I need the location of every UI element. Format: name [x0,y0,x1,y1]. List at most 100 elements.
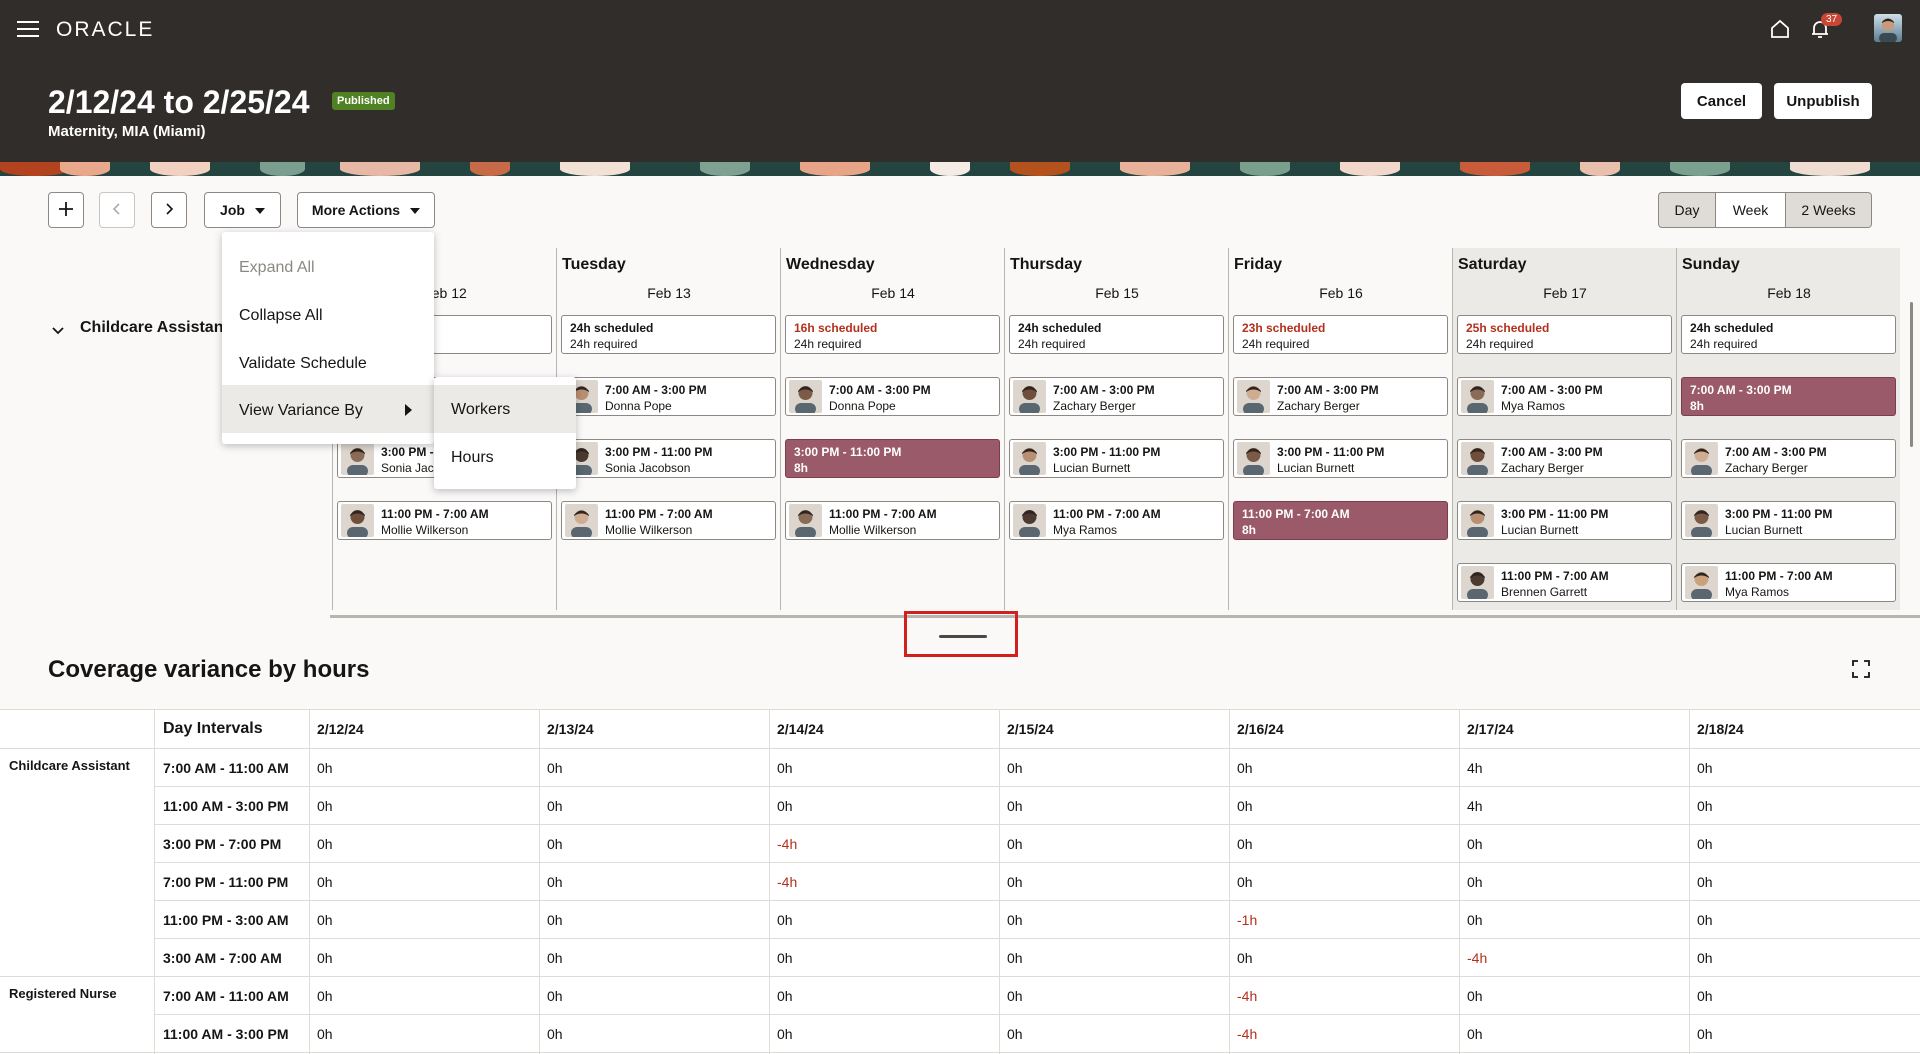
menu-item-collapse-all[interactable]: Collapse All [222,290,434,338]
caret-down-icon [254,208,265,215]
scheduled-hours: 25h scheduled [1466,321,1550,335]
coverage-summary-card[interactable]: 23h scheduled 24h required [1233,315,1448,354]
previous-button[interactable] [99,192,135,228]
required-hours: 24h required [1690,337,1758,351]
worker-photo [1013,504,1046,537]
shift-time: 7:00 AM - 3:00 PM [1277,383,1379,397]
variance-value: 0h [317,874,333,890]
hamburger-menu-icon[interactable] [17,21,39,37]
more-actions-menu: Expand All Collapse All Validate Schedul… [222,232,434,444]
menu-item-view-variance-by[interactable]: View Variance By [222,385,434,433]
shift-card[interactable]: 7:00 AM - 3:00 PM Zachary Berger [1233,377,1448,416]
shift-card[interactable]: 11:00 PM - 7:00 AM Brennen Garrett [1457,563,1672,602]
open-shift-card[interactable]: 7:00 AM - 3:00 PM 8h [1681,377,1896,416]
required-hours: 24h required [794,337,862,351]
submenu-item-workers[interactable]: Workers [434,385,576,433]
job-dropdown[interactable]: Job [204,192,281,228]
shift-card[interactable]: 7:00 AM - 3:00 PM Zachary Berger [1009,377,1224,416]
date-header: 2/13/24 [547,721,594,737]
shift-card[interactable]: 3:00 PM - 11:00 PM Lucian Burnett [1457,501,1672,540]
shift-card[interactable]: 11:00 PM - 7:00 AM Mollie Wilkerson [785,501,1000,540]
worker-photo [1461,566,1494,599]
shift-card[interactable]: 3:00 PM - 11:00 PM Lucian Burnett [1009,439,1224,478]
worker-name: Lucian Burnett [1277,461,1355,475]
shift-card[interactable]: 7:00 AM - 3:00 PM Mya Ramos [1457,377,1672,416]
oracle-logo: ORACLE [56,18,155,41]
coverage-summary-card[interactable]: 25h scheduled 24h required [1457,315,1672,354]
day-date: Feb 14 [871,285,915,301]
variance-value: 0h [1697,874,1713,890]
coverage-summary-card[interactable]: 24h scheduled 24h required [1681,315,1896,354]
menu-item-expand-all[interactable]: Expand All [222,242,434,290]
shift-time: 3:00 PM - 11:00 PM [605,445,713,459]
splitter-handle[interactable] [904,611,1018,657]
shift-card[interactable]: 11:00 PM - 7:00 AM Mollie Wilkerson [337,501,552,540]
view-2-weeks-button[interactable]: 2 Weeks [1786,192,1872,228]
day-date: Feb 15 [1095,285,1139,301]
date-header: 2/17/24 [1467,721,1514,737]
variance-value: 0h [1697,760,1713,776]
shift-card[interactable]: 3:00 PM - 11:00 PM Lucian Burnett [1233,439,1448,478]
variance-value: 0h [317,1026,333,1042]
shift-time: 7:00 AM - 3:00 PM [829,383,931,397]
user-avatar[interactable] [1874,14,1902,42]
day-name: Friday [1234,256,1283,273]
worker-photo [1685,566,1718,599]
next-button[interactable] [151,192,187,228]
shift-card[interactable]: 3:00 PM - 11:00 PM Lucian Burnett [1681,501,1896,540]
menu-item-validate-schedule[interactable]: Validate Schedule [222,338,434,386]
scheduled-hours: 23h scheduled [1242,321,1326,335]
job-dropdown-label: Job [220,202,245,218]
unpublish-button[interactable]: Unpublish [1774,83,1872,119]
cancel-button[interactable]: Cancel [1681,83,1762,119]
variance-value: 0h [547,760,563,776]
worker-name: Mollie Wilkerson [605,523,693,537]
grid-line [0,976,1920,977]
calendar-scrollbar[interactable] [1910,302,1913,447]
shift-card[interactable]: 11:00 PM - 7:00 AM Mollie Wilkerson [561,501,776,540]
shift-card[interactable]: 3:00 PM - 11:00 PM Sonia Jacobson [561,439,776,478]
variance-value: 0h [1237,874,1253,890]
shift-card[interactable]: 7:00 AM - 3:00 PM Donna Pope [561,377,776,416]
menu-item-label: View Variance By [239,402,363,419]
scheduled-hours: 24h scheduled [1018,321,1102,335]
worker-name: Mollie Wilkerson [381,523,469,537]
grid-line [999,710,1000,1054]
app-header: ORACLE 37 2/12/24 to 2/25/24 Published M… [0,0,1920,176]
home-icon[interactable] [1769,18,1791,40]
shift-card[interactable]: 7:00 AM - 3:00 PM Zachary Berger [1457,439,1672,478]
shift-card[interactable]: 11:00 PM - 7:00 AM Mya Ramos [1681,563,1896,602]
variance-value: 0h [317,760,333,776]
variance-value: 0h [777,798,793,814]
shift-card[interactable]: 11:00 PM - 7:00 AM Mya Ramos [1009,501,1224,540]
day-column: Sunday Feb 18 24h scheduled 24h required… [1676,248,1900,610]
expand-icon[interactable] [1852,660,1870,678]
worker-name: Brennen Garrett [1501,585,1588,599]
caret-right-icon [405,404,412,416]
caret-down-icon [410,208,421,215]
shift-time: 11:00 PM - 7:00 AM [605,507,713,521]
shift-card[interactable]: 7:00 AM - 3:00 PM Zachary Berger [1681,439,1896,478]
more-actions-button[interactable]: More Actions [297,192,435,228]
shift-time: 3:00 PM - 11:00 PM [1053,445,1161,459]
view-week-button[interactable]: Week [1716,192,1786,228]
open-shift-card[interactable]: 3:00 PM - 11:00 PM 8h [785,439,1000,478]
coverage-summary-card[interactable]: 24h scheduled 24h required [561,315,776,354]
chevron-down-icon[interactable] [51,326,65,336]
open-shift-card[interactable]: 11:00 PM - 7:00 AM 8h [1233,501,1448,540]
variance-value: 4h [1467,798,1483,814]
grid-line [154,824,1920,825]
add-button[interactable] [48,192,84,228]
coverage-summary-card[interactable]: 16h scheduled 24h required [785,315,1000,354]
shift-time: 11:00 PM - 7:00 AM [381,507,489,521]
worker-photo [1237,380,1270,413]
variance-value: 0h [1467,912,1483,928]
shift-time: 11:00 PM - 7:00 AM [1725,569,1833,583]
coverage-summary-card[interactable]: 24h scheduled 24h required [1009,315,1224,354]
page-subtitle: Maternity, MIA (Miami) [48,123,206,140]
submenu-item-hours[interactable]: Hours [434,433,576,481]
view-day-button[interactable]: Day [1658,192,1716,228]
variance-value: 4h [1467,760,1483,776]
shift-time: 7:00 AM - 3:00 PM [1053,383,1155,397]
shift-card[interactable]: 7:00 AM - 3:00 PM Donna Pope [785,377,1000,416]
